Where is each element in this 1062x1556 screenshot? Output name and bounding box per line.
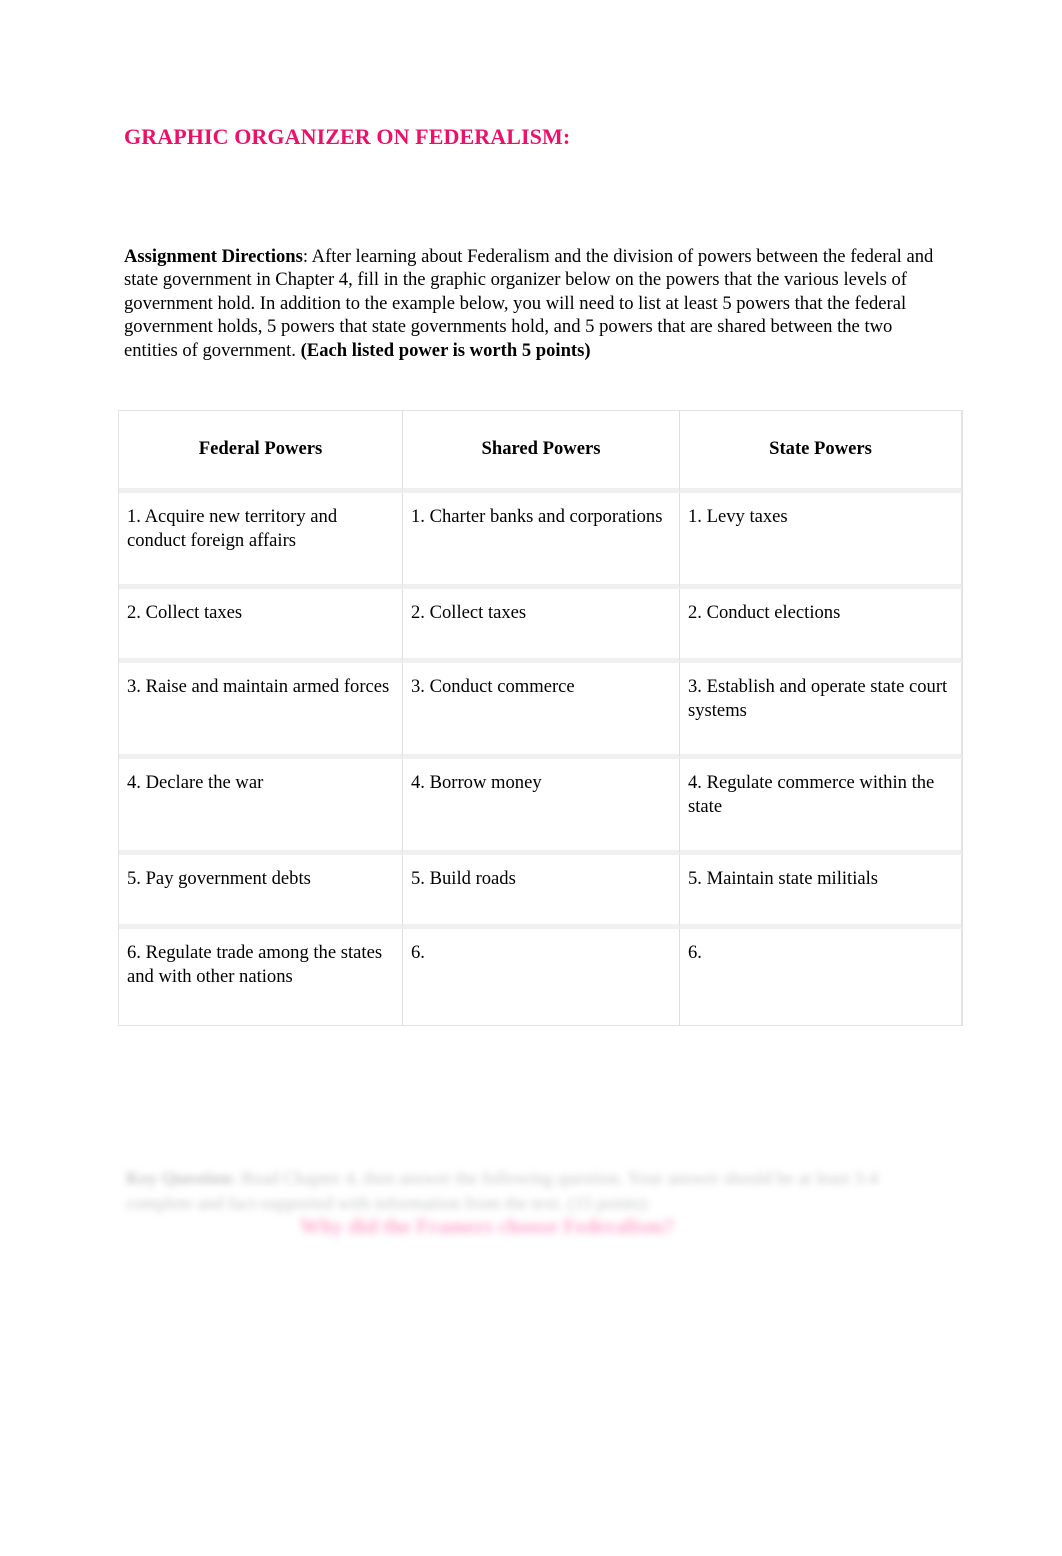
cell-federal-4[interactable]: 4. Declare the war [119, 758, 403, 855]
points-note: (Each listed power is worth 5 points) [300, 339, 591, 361]
assignment-directions-label: Assignment Directions [124, 245, 303, 267]
cell-shared-6[interactable]: 6. [403, 928, 680, 1025]
column-header-shared-powers: Shared Powers [403, 411, 680, 493]
document-page: GRAPHIC ORGANIZER ON FEDERALISM: Assignm… [0, 0, 1062, 1556]
page-title: GRAPHIC ORGANIZER ON FEDERALISM: [124, 124, 571, 149]
table-row: 2. Collect taxes 2. Collect taxes 2. Con… [119, 588, 962, 663]
cell-state-1[interactable]: 1. Levy taxes [680, 492, 962, 589]
table-header-row: Federal Powers Shared Powers State Power… [119, 411, 962, 493]
column-header-state-powers: State Powers [680, 411, 962, 493]
table-row: 3. Raise and maintain armed forces 3. Co… [119, 662, 962, 759]
column-header-federal-powers: Federal Powers [119, 411, 403, 493]
cell-federal-6[interactable]: 6. Regulate trade among the states and w… [119, 928, 403, 1025]
cell-shared-2[interactable]: 2. Collect taxes [403, 588, 680, 663]
blurred-pink-question: Why did the Framers choose Federalism? [300, 1214, 674, 1238]
cell-federal-5[interactable]: 5. Pay government debts [119, 854, 403, 929]
table-row: 4. Declare the war 4. Borrow money 4. Re… [119, 758, 962, 855]
cell-shared-3[interactable]: 3. Conduct commerce [403, 662, 680, 759]
cell-shared-5[interactable]: 5. Build roads [403, 854, 680, 929]
blurred-key-question-label: Key Question [126, 1168, 232, 1189]
cell-state-2[interactable]: 2. Conduct elections [680, 588, 962, 663]
table-body: 1. Acquire new territory and conduct for… [119, 492, 962, 1025]
cell-federal-3[interactable]: 3. Raise and maintain armed forces [119, 662, 403, 759]
cell-federal-2[interactable]: 2. Collect taxes [119, 588, 403, 663]
table-row: 5. Pay government debts 5. Build roads 5… [119, 854, 962, 929]
blurred-key-question-paragraph: Key Question: Read Chapter 4, then answe… [126, 1166, 906, 1216]
table-header: Federal Powers Shared Powers State Power… [119, 411, 962, 493]
federalism-organizer-table: Federal Powers Shared Powers State Power… [118, 410, 963, 1026]
cell-state-6[interactable]: 6. [680, 928, 962, 1025]
cell-state-5[interactable]: 5. Maintain state militials [680, 854, 962, 929]
cell-federal-1[interactable]: 1. Acquire new territory and conduct for… [119, 492, 403, 589]
cell-state-3[interactable]: 3. Establish and operate state court sys… [680, 662, 962, 759]
assignment-directions: Assignment Directions: After learning ab… [124, 245, 946, 363]
cell-shared-1[interactable]: 1. Charter banks and corporations [403, 492, 680, 589]
cell-state-4[interactable]: 4. Regulate commerce within the state [680, 758, 962, 855]
cell-shared-4[interactable]: 4. Borrow money [403, 758, 680, 855]
table-row: 6. Regulate trade among the states and w… [119, 928, 962, 1025]
table-row: 1. Acquire new territory and conduct for… [119, 492, 962, 589]
blurred-key-question-body: : Read Chapter 4, then answer the follow… [126, 1168, 879, 1214]
